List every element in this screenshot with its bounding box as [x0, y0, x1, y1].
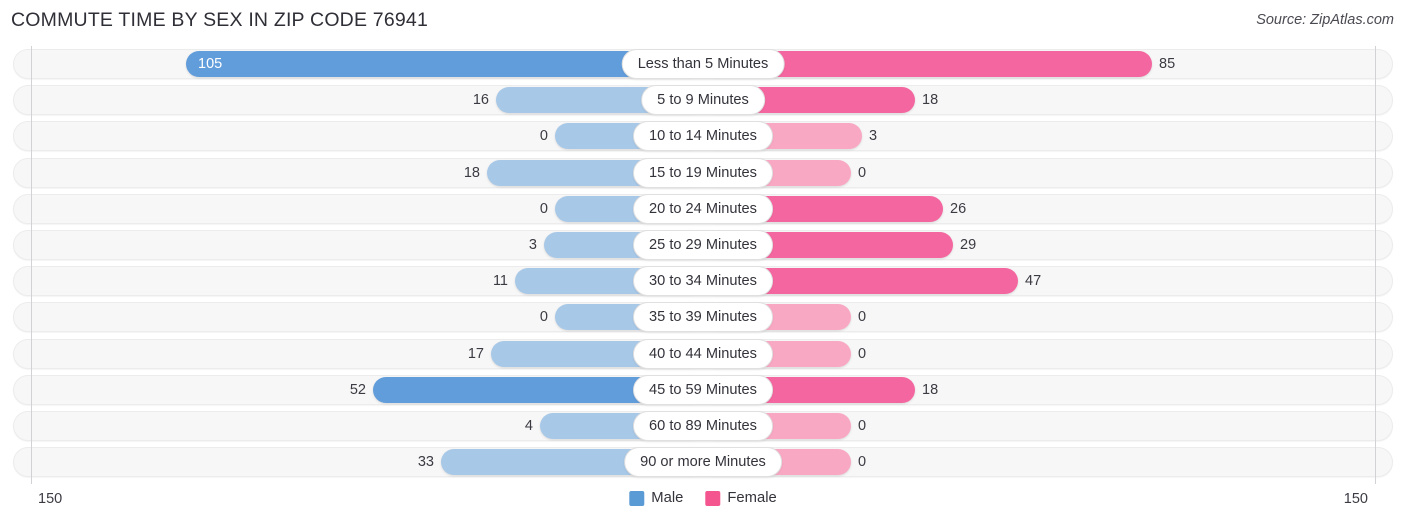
category-label: 60 to 89 Minutes [633, 410, 773, 441]
value-label-male: 4 [524, 417, 533, 434]
category-label: 35 to 39 Minutes [633, 302, 773, 333]
chart-row: 0 0 35 to 39 Minutes [0, 299, 1406, 335]
value-label-male: 0 [539, 200, 548, 217]
chart-row: 0 3 10 to 14 Minutes [0, 118, 1406, 154]
chart-legend: Male Female [629, 490, 777, 506]
value-label-female: 0 [858, 309, 867, 326]
chart-row: 0 26 20 to 24 Minutes [0, 191, 1406, 227]
page-title: COMMUTE TIME BY SEX IN ZIP CODE 76941 [11, 9, 429, 31]
value-label-female: 29 [960, 236, 977, 253]
category-label: Less than 5 Minutes [621, 49, 785, 79]
category-label: 40 to 44 Minutes [633, 338, 773, 369]
legend-label-female: Female [727, 490, 777, 506]
category-label: 5 to 9 Minutes [641, 85, 765, 116]
value-label-female: 3 [869, 128, 878, 145]
chart-row: 16 18 5 to 9 Minutes [0, 82, 1406, 118]
category-label: 10 to 14 Minutes [633, 121, 773, 152]
value-label-male: 52 [349, 381, 366, 398]
category-label: 15 to 19 Minutes [633, 157, 773, 188]
chart-row: 33 0 90 or more Minutes [0, 444, 1406, 480]
axis-max-right: 150 [1343, 491, 1368, 507]
value-label-female: 18 [922, 381, 939, 398]
chart-row: 3 29 25 to 29 Minutes [0, 227, 1406, 263]
chart-header: COMMUTE TIME BY SEX IN ZIP CODE 76941 So… [0, 0, 1406, 40]
legend-item-male[interactable]: Male [629, 490, 683, 506]
value-label-male: 0 [539, 128, 548, 145]
chart-row: 105 85 Less than 5 Minutes [0, 46, 1406, 82]
chart-row: 18 0 15 to 19 Minutes [0, 155, 1406, 191]
value-label-male: 11 [492, 273, 508, 290]
value-label-female: 0 [858, 454, 867, 471]
category-label: 90 or more Minutes [624, 447, 782, 478]
value-label-male: 105 [198, 56, 223, 72]
category-label: 30 to 34 Minutes [633, 266, 773, 297]
category-label: 20 to 24 Minutes [633, 193, 773, 224]
value-label-male: 18 [463, 164, 480, 181]
category-label: 25 to 29 Minutes [633, 229, 773, 260]
legend-item-female[interactable]: Female [705, 490, 777, 506]
legend-swatch-female [705, 490, 721, 506]
value-label-male: 17 [467, 345, 484, 362]
value-label-female: 0 [858, 345, 867, 362]
chart-row: 11 47 30 to 34 Minutes [0, 263, 1406, 299]
value-label-female: 47 [1025, 273, 1042, 290]
value-label-male: 3 [528, 236, 537, 253]
axis-line-left [31, 46, 32, 484]
legend-label-male: Male [651, 490, 684, 506]
chart-row: 4 0 60 to 89 Minutes [0, 408, 1406, 444]
chart-footer: 150 Male Female 150 [0, 485, 1406, 523]
axis-line-right [1375, 46, 1376, 484]
value-label-female: 0 [858, 164, 867, 181]
chart-plot-area: 105 85 Less than 5 Minutes 16 18 5 to 9 Minut… [0, 46, 1406, 484]
value-label-male: 33 [417, 454, 434, 471]
source-attribution: Source: ZipAtlas.com [1256, 12, 1394, 28]
axis-max-left: 150 [38, 491, 63, 507]
value-label-female: 85 [1159, 56, 1176, 72]
category-label: 45 to 59 Minutes [633, 374, 773, 405]
value-label-female: 0 [858, 417, 867, 434]
value-label-female: 18 [922, 92, 939, 109]
value-label-male: 0 [539, 309, 548, 326]
chart-row: 52 18 45 to 59 Minutes [0, 372, 1406, 408]
value-label-female: 26 [950, 200, 967, 217]
chart-row: 17 0 40 to 44 Minutes [0, 336, 1406, 372]
value-label-male: 16 [472, 92, 489, 109]
legend-swatch-male [629, 490, 645, 506]
